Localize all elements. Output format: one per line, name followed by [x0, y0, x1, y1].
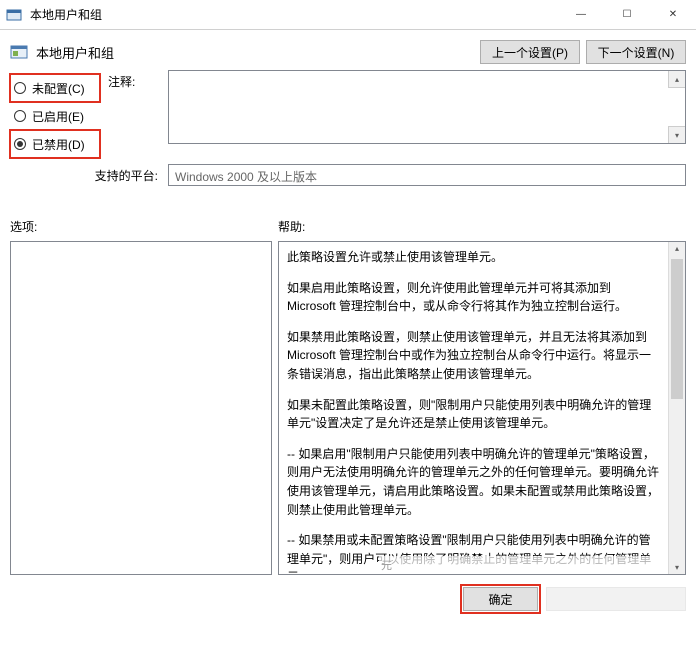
radio-disabled[interactable]: 已禁用(D) — [10, 130, 100, 158]
radio-label: 未配置(C) — [32, 80, 85, 97]
window-title: 本地用户和组 — [30, 6, 102, 23]
help-paragraph: -- 如果启用"限制用户只能使用列表中明确允许的管理单元"策略设置，则用户无法使… — [287, 445, 660, 519]
supported-on-value: Windows 2000 及以上版本 — [168, 164, 686, 186]
previous-setting-button[interactable]: 上一个设置(P) — [480, 40, 580, 64]
help-paragraph: 如果启用此策略设置，则允许使用此管理单元并可将其添加到 Microsoft 管理… — [287, 279, 660, 316]
radio-not-configured[interactable]: 未配置(C) — [10, 74, 100, 102]
radio-icon — [14, 138, 26, 150]
close-button[interactable]: ✕ — [650, 0, 696, 30]
options-label: 选项: — [10, 218, 278, 235]
scroll-down-icon[interactable]: ▾ — [668, 126, 685, 143]
next-setting-button[interactable]: 下一个设置(N) — [586, 40, 686, 64]
minimize-button[interactable]: — — [558, 0, 604, 30]
watermark-text: 元 — [379, 556, 667, 574]
radio-icon — [14, 82, 26, 94]
footer: 确定 — [0, 575, 696, 619]
help-paragraph: 此策略设置允许或禁止使用该管理单元。 — [287, 248, 660, 267]
help-text: 此策略设置允许或禁止使用该管理单元。 如果启用此策略设置，则允许使用此管理单元并… — [279, 242, 668, 574]
comment-label: 注释: — [108, 70, 168, 158]
scrollbar-thumb[interactable] — [671, 259, 683, 399]
radio-icon — [14, 110, 26, 122]
header-row: 本地用户和组 上一个设置(P) 下一个设置(N) — [0, 30, 696, 70]
footer-placeholder — [546, 587, 686, 611]
scroll-up-icon[interactable]: ▴ — [668, 71, 685, 88]
supported-on-label: 支持的平台: — [10, 167, 168, 184]
options-panel — [10, 241, 272, 575]
header-icon — [10, 43, 28, 61]
titlebar: 本地用户和组 — ☐ ✕ — [0, 0, 696, 30]
app-icon — [6, 7, 22, 23]
help-paragraph: 如果禁用此策略设置，则禁止使用该管理单元，并且无法将其添加到 Microsoft… — [287, 328, 660, 384]
page-title: 本地用户和组 — [36, 43, 114, 62]
help-label: 帮助: — [278, 218, 305, 235]
help-paragraph: 如果未配置此策略设置，则"限制用户只能使用列表中明确允许的管理单元"设置决定了是… — [287, 396, 660, 433]
scrollbar[interactable] — [668, 242, 685, 574]
radio-label: 已启用(E) — [32, 108, 84, 125]
radio-enabled[interactable]: 已启用(E) — [10, 102, 100, 130]
comment-textarea[interactable]: ▴ ▾ — [168, 70, 686, 144]
maximize-button[interactable]: ☐ — [604, 0, 650, 30]
radio-label: 已禁用(D) — [32, 136, 85, 153]
help-panel: 此策略设置允许或禁止使用该管理单元。 如果启用此策略设置，则允许使用此管理单元并… — [278, 241, 686, 575]
radio-group: 未配置(C) 已启用(E) 已禁用(D) — [10, 70, 100, 158]
ok-button[interactable]: 确定 — [463, 587, 538, 611]
